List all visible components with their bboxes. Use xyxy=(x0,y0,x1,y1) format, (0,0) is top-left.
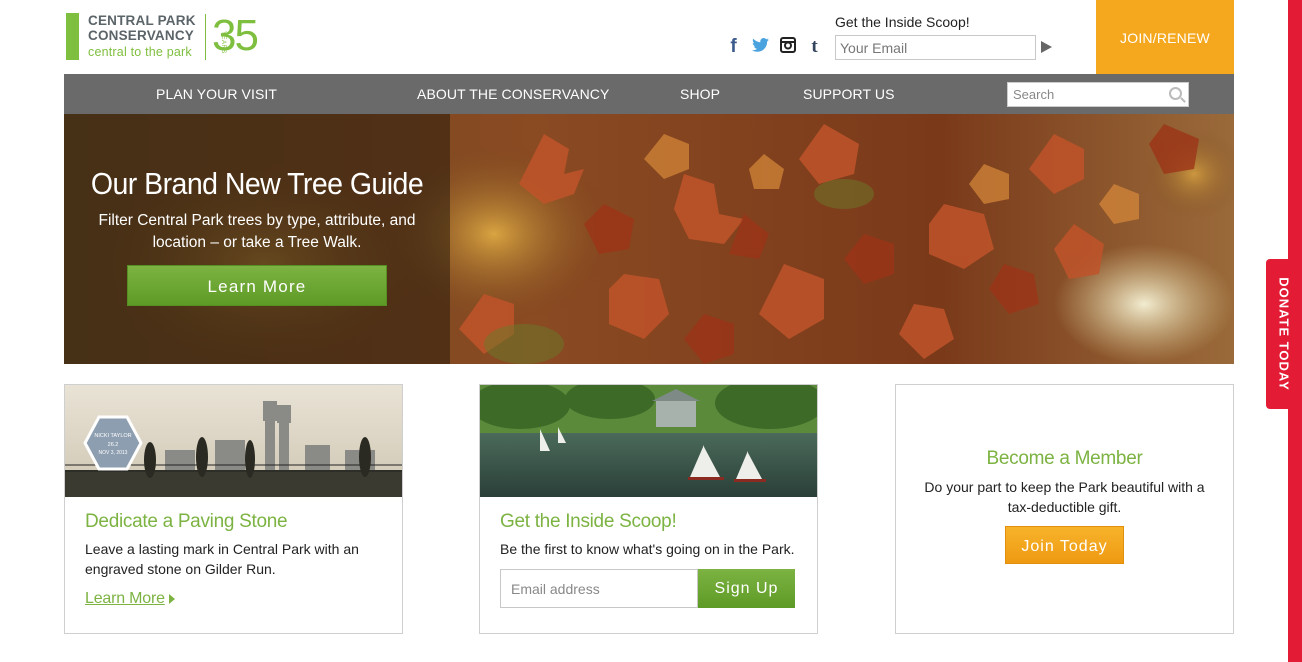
logo-line-2: CONSERVANCY xyxy=(88,28,194,43)
inside-scoop-card: Get the Inside Scoop! Be the first to kn… xyxy=(479,384,818,634)
inside-scoop-text: Be the first to know what's going on in … xyxy=(500,541,795,557)
stone-line-3: NOV 3, 2013 xyxy=(99,450,128,456)
search-icon[interactable] xyxy=(1169,87,1182,100)
logo-green-bar xyxy=(66,13,79,60)
anniversary-number: 35 xyxy=(212,11,259,60)
play-arrow-icon[interactable] xyxy=(1041,41,1052,53)
become-member-title: Become a Member xyxy=(986,448,1143,469)
inside-scoop-title: Get the Inside Scoop! xyxy=(500,511,677,532)
instagram-icon[interactable] xyxy=(774,37,801,58)
logo-divider xyxy=(205,14,206,60)
become-member-card: Become a Member Do your part to keep the… xyxy=(895,384,1234,634)
nav-item-shop[interactable]: SHOP xyxy=(680,74,720,114)
twitter-icon[interactable] xyxy=(747,37,774,58)
newsletter-email-input[interactable] xyxy=(835,35,1036,60)
hero-subtitle: Filter Central Park trees by type, attri… xyxy=(98,212,416,251)
logo-line-1: CENTRAL PARK xyxy=(88,13,196,28)
stone-line-1: NICKI TAYLOR xyxy=(94,433,131,439)
sign-up-button[interactable]: Sign Up xyxy=(698,569,795,608)
facebook-icon[interactable]: f xyxy=(720,37,747,58)
runners-skyline-image: NICKI TAYLOR 26.2 NOV 3, 2013 xyxy=(65,385,402,497)
donate-today-label-wrap[interactable]: DONATE TODAY xyxy=(1266,259,1302,409)
hero-title: Our Brand New Tree Guide xyxy=(90,166,424,201)
nav-item-about-the-conservancy[interactable]: ABOUT THE CONSERVANCY xyxy=(417,74,609,114)
nav-item-support-us[interactable]: SUPPORT US xyxy=(803,74,895,114)
search-input[interactable] xyxy=(1007,82,1189,107)
donate-today-label: DONATE TODAY xyxy=(1276,277,1292,391)
anniversary-label: YEARS xyxy=(220,31,226,54)
become-member-text: Do your part to keep the Park beautiful … xyxy=(924,479,1205,515)
paving-stone-card: NICKI TAYLOR 26.2 NOV 3, 2013 Dedicate a… xyxy=(64,384,403,634)
main-nav: PLAN YOUR VISIT ABOUT THE CONSERVANCY SH… xyxy=(64,74,1234,114)
hero-learn-more-button[interactable]: Learn More xyxy=(127,265,387,306)
social-links: f t xyxy=(720,37,828,58)
inside-scoop-image xyxy=(480,385,817,497)
nav-item-plan-your-visit[interactable]: PLAN YOUR VISIT xyxy=(156,74,277,114)
tumblr-icon[interactable]: t xyxy=(801,37,828,58)
hero-banner: Our Brand New Tree Guide Filter Central … xyxy=(64,114,1234,364)
signup-email-input[interactable] xyxy=(500,569,698,608)
arrow-right-icon xyxy=(169,594,175,604)
paving-learn-more-link[interactable]: Learn More xyxy=(85,590,165,608)
paving-stone-text: Leave a lasting mark in Central Park wit… xyxy=(85,541,359,577)
paving-stone-title[interactable]: Dedicate a Paving Stone xyxy=(85,511,288,533)
newsletter-label: Get the Inside Scoop! xyxy=(835,14,970,30)
join-today-button[interactable]: Join Today xyxy=(1005,526,1124,564)
paving-stone-image: NICKI TAYLOR 26.2 NOV 3, 2013 xyxy=(65,385,402,497)
join-renew-button[interactable]: JOIN/RENEW xyxy=(1096,0,1234,74)
sailboat-pond-image xyxy=(480,385,817,497)
stone-line-2: 26.2 xyxy=(108,442,119,448)
site-logo[interactable]: CENTRAL PARK CONSERVANCY central to the … xyxy=(66,11,259,61)
logo-tagline: central to the park xyxy=(88,45,192,59)
